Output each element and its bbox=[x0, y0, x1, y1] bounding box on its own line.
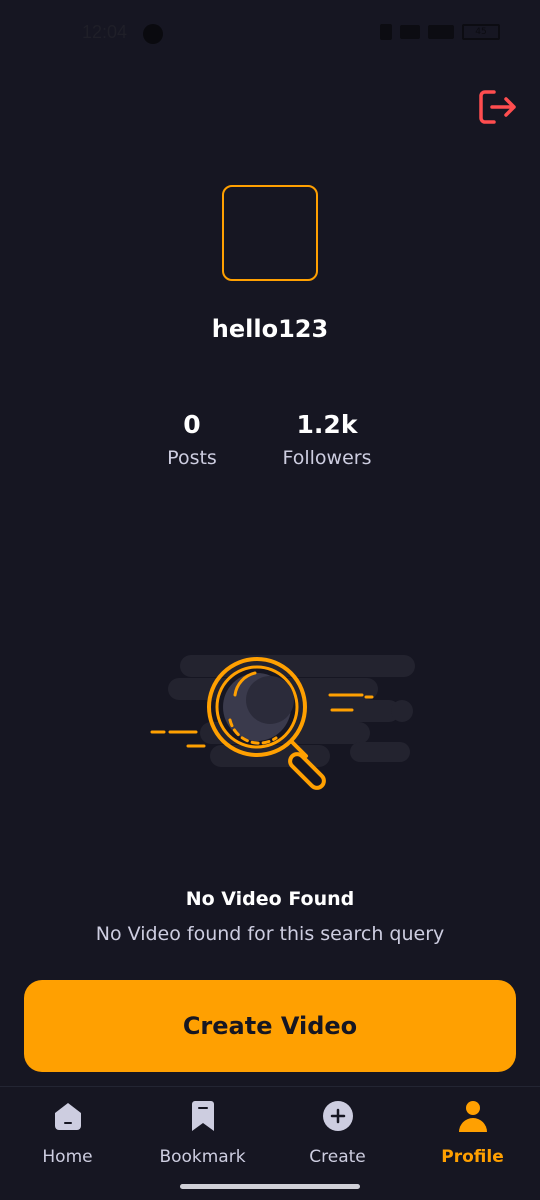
vibrate-icon bbox=[380, 24, 392, 40]
empty-state-title: No Video Found bbox=[185, 888, 355, 910]
username: hello123 bbox=[211, 315, 329, 343]
tab-home[interactable]: Home bbox=[0, 1087, 135, 1177]
stat-followers: 1.2k Followers bbox=[272, 410, 382, 469]
stat-posts: 0 Posts bbox=[152, 410, 232, 469]
tab-label: Profile bbox=[441, 1147, 504, 1167]
battery-icon: 45 bbox=[462, 24, 500, 40]
signal-icon bbox=[428, 25, 454, 39]
avatar bbox=[222, 185, 318, 281]
empty-state-subtitle: No Video found for this search query bbox=[95, 923, 445, 945]
stat-value: 1.2k bbox=[296, 410, 358, 439]
empty-search-illustration bbox=[150, 655, 415, 790]
tab-bar: Home Bookmark Create Profile bbox=[0, 1086, 540, 1200]
home-icon bbox=[54, 1103, 81, 1130]
profile-icon bbox=[458, 1101, 487, 1132]
tab-label: Create bbox=[309, 1147, 366, 1167]
profile-screen: 12:04 45 hello123 0 Posts 1.2k Followers bbox=[0, 0, 540, 1200]
tab-profile[interactable]: Profile bbox=[405, 1087, 540, 1177]
status-bar: 12:04 45 bbox=[0, 0, 540, 64]
status-icons: 45 bbox=[380, 24, 500, 40]
stat-label: Posts bbox=[167, 447, 217, 469]
notification-icon bbox=[143, 24, 163, 44]
status-time: 12:04 bbox=[82, 22, 128, 42]
tab-label: Bookmark bbox=[159, 1147, 246, 1167]
home-indicator bbox=[180, 1184, 360, 1189]
bookmark-icon bbox=[191, 1101, 214, 1131]
plus-circle-icon bbox=[322, 1101, 353, 1131]
tab-bookmark[interactable]: Bookmark bbox=[135, 1087, 270, 1177]
stat-value: 0 bbox=[183, 410, 201, 439]
logout-icon[interactable] bbox=[478, 89, 518, 125]
stat-label: Followers bbox=[282, 447, 372, 469]
tab-label: Home bbox=[42, 1147, 93, 1167]
tab-create[interactable]: Create bbox=[270, 1087, 405, 1177]
wifi-icon bbox=[400, 25, 420, 39]
create-video-button[interactable]: Create Video bbox=[24, 980, 516, 1072]
